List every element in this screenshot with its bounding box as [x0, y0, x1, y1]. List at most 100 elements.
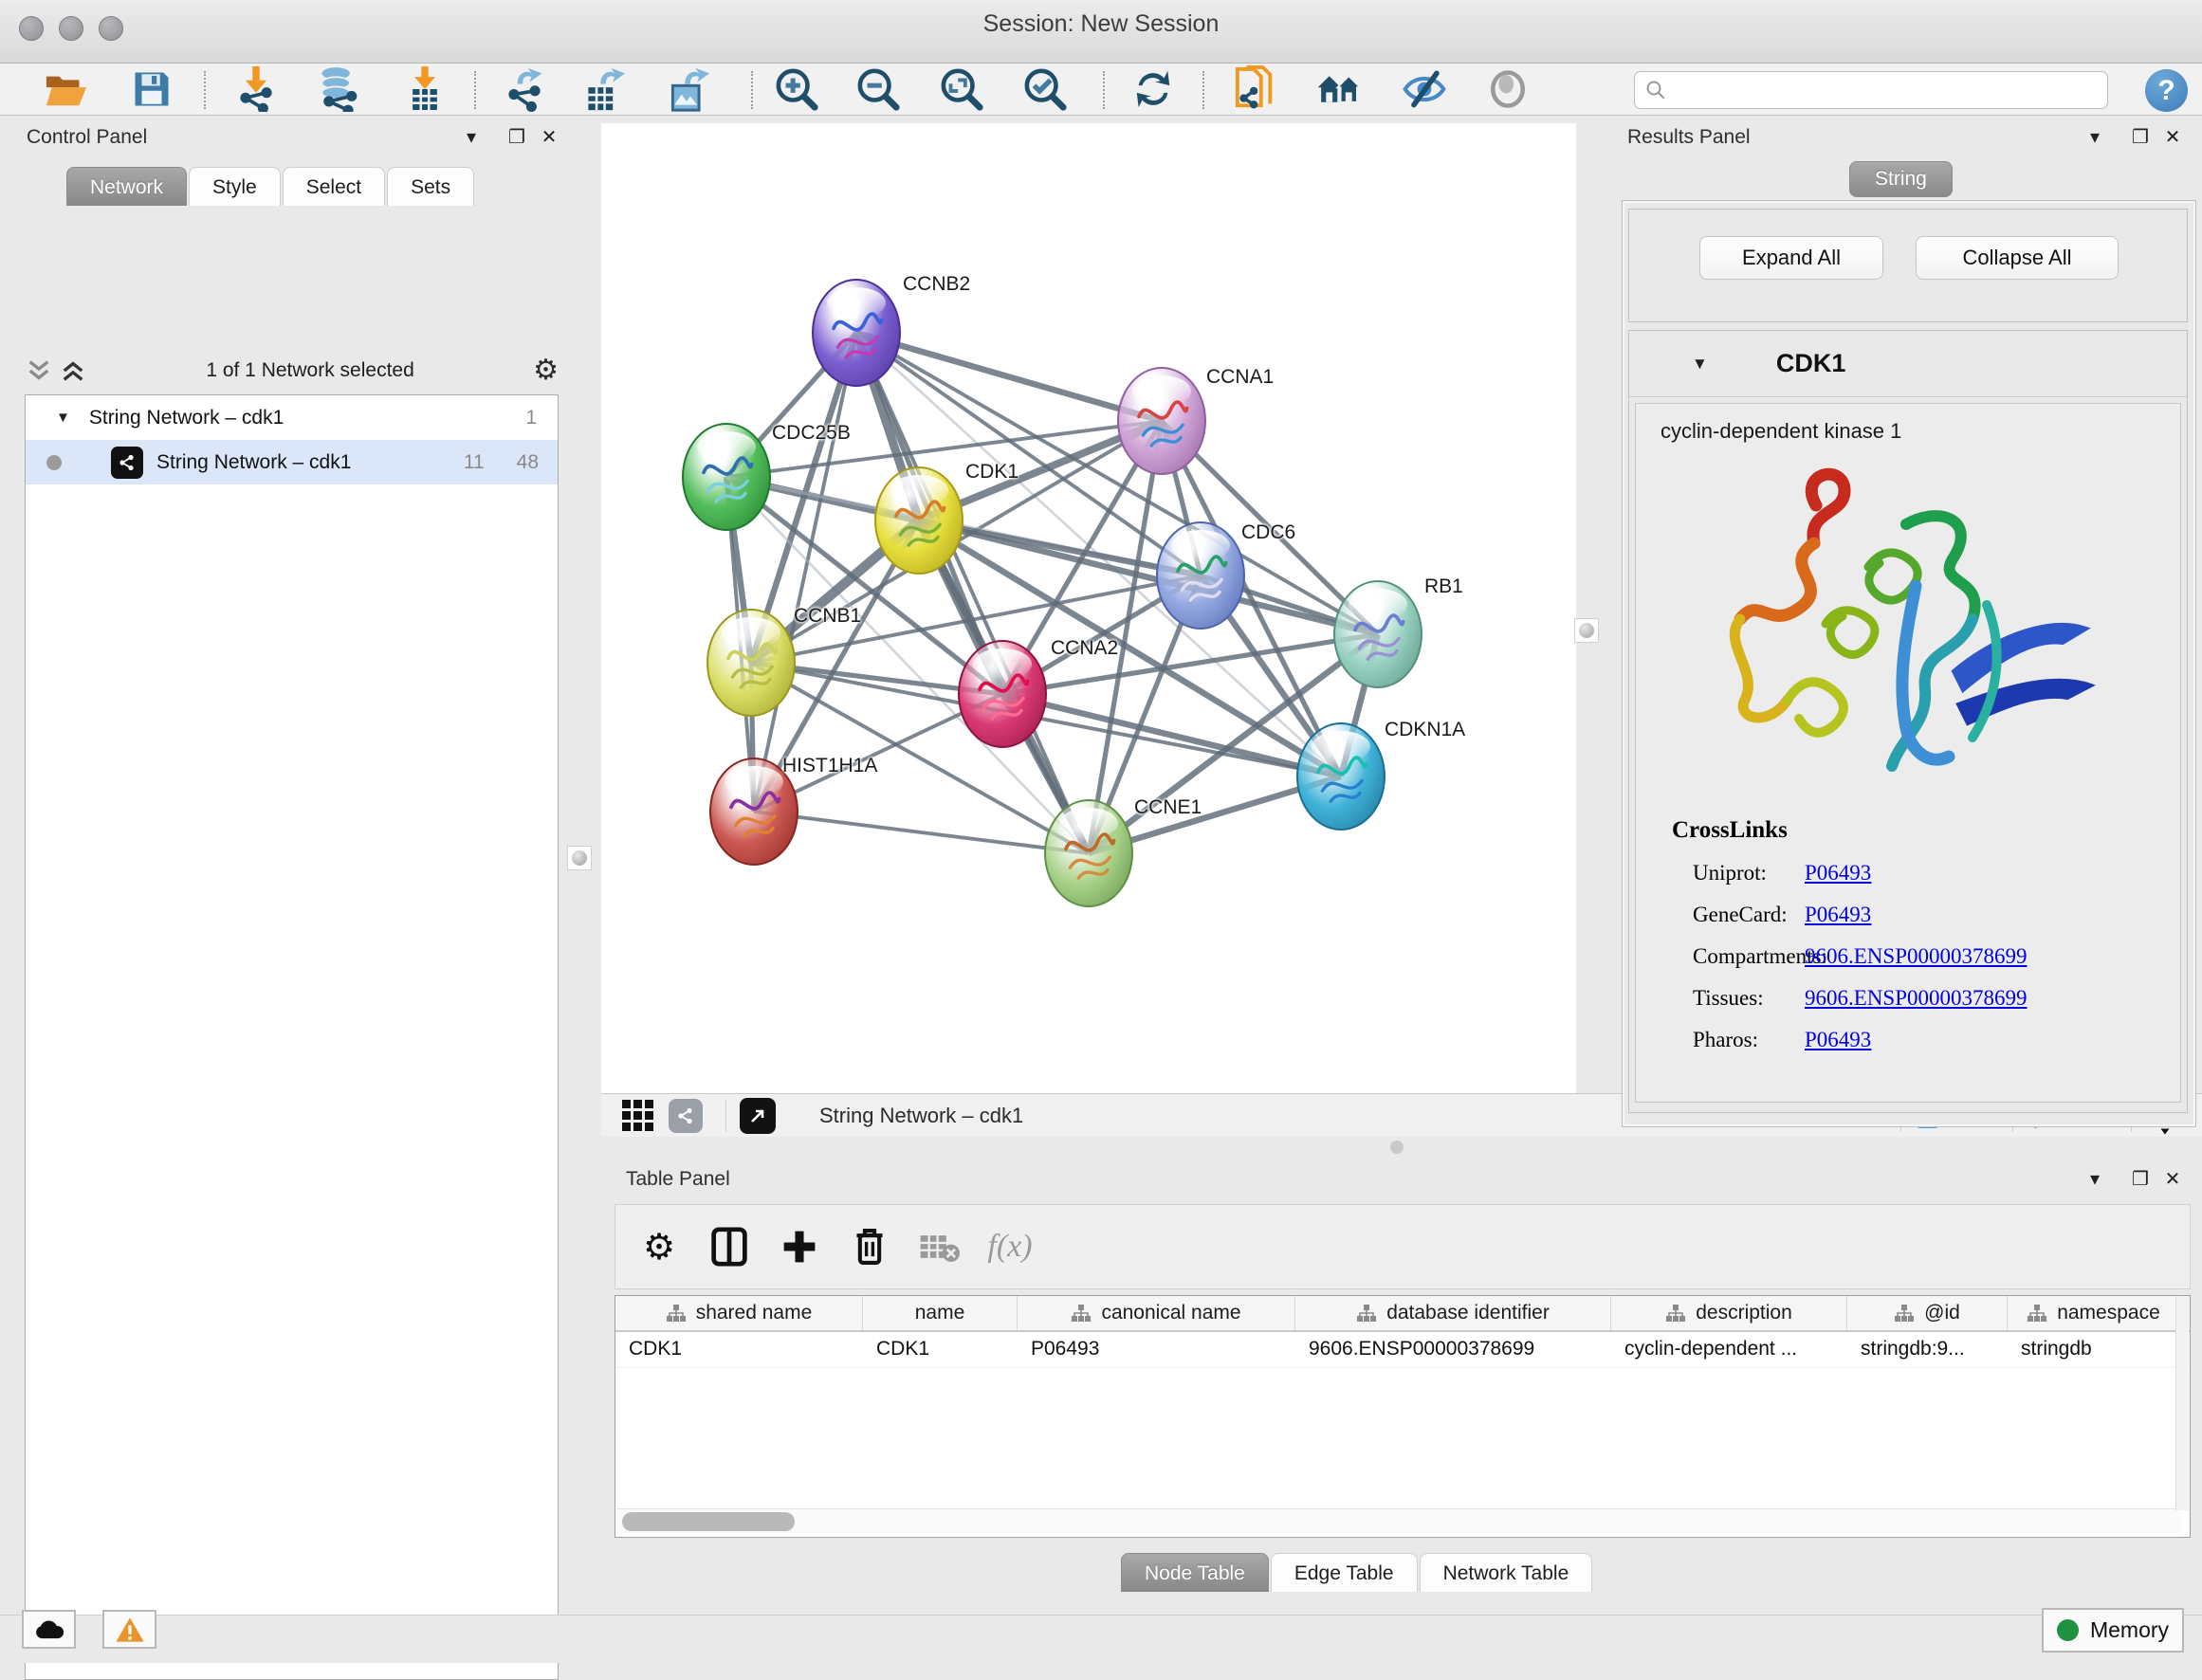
table-panel-collapse-icon[interactable]: ▾ [2083, 1166, 2107, 1191]
column-header-namespace[interactable]: namespace [2008, 1296, 2180, 1330]
crosslink-link[interactable]: 9606.ENSP00000378699 [1805, 986, 2028, 1010]
open-session-button[interactable] [44, 66, 89, 112]
network-node-ccna2[interactable] [958, 640, 1047, 748]
function-builder-icon[interactable]: f(x) [983, 1220, 1037, 1273]
table-cell[interactable]: P06493 [1018, 1332, 1295, 1367]
column-header-id[interactable]: @id [1847, 1296, 2008, 1330]
table-panel-float-icon[interactable]: ❐ [2128, 1166, 2153, 1191]
table-panel-title: Table Panel [626, 1168, 730, 1191]
column-header-shared-name[interactable]: shared name [615, 1296, 863, 1330]
network-node-ccnb2[interactable] [812, 279, 901, 387]
crosslink-link[interactable]: 9606.ENSP00000378699 [1805, 944, 2028, 968]
table-cell[interactable]: stringdb [2008, 1332, 2180, 1367]
crosslink-link[interactable]: P06493 [1805, 903, 1871, 926]
table-options-gear-icon[interactable]: ⚙ [633, 1220, 686, 1273]
network-collection-row[interactable]: ▼ String Network – cdk1 1 [26, 395, 558, 440]
column-header-database-identifier[interactable]: database identifier [1295, 1296, 1611, 1330]
tab-style[interactable]: Style [189, 167, 281, 206]
cloud-status-button[interactable] [22, 1610, 76, 1649]
refresh-view-button[interactable] [1130, 66, 1176, 112]
protein-card-header[interactable]: ▼ CDK1 [1629, 331, 2187, 397]
table-panel-close-icon[interactable]: ✕ [2160, 1166, 2185, 1191]
tab-network[interactable]: Network [66, 167, 187, 206]
toolbar-search[interactable] [1634, 71, 2108, 109]
table-cell[interactable]: stringdb:9... [1847, 1332, 2008, 1367]
import-table-file-button[interactable] [402, 66, 448, 112]
network-node-rb1[interactable] [1333, 580, 1422, 688]
collapse-all-button[interactable]: Collapse All [1916, 236, 2119, 280]
network-row[interactable]: String Network – cdk1 11 48 [26, 440, 558, 484]
import-network-database-button[interactable] [315, 66, 360, 112]
tab-node-table[interactable]: Node Table [1121, 1553, 1269, 1592]
expand-all-button[interactable]: Expand All [1699, 236, 1883, 280]
zoom-selected-button[interactable] [1022, 66, 1068, 112]
warning-status-button[interactable] [102, 1610, 156, 1649]
hide-selection-button[interactable] [1402, 66, 1447, 112]
collapse-all-chevron-icon[interactable] [59, 358, 87, 383]
column-header-canonical-name[interactable]: canonical name [1018, 1296, 1295, 1330]
export-network-button[interactable] [502, 66, 547, 112]
protein-collapse-icon[interactable]: ▼ [1692, 355, 1708, 374]
tab-edge-table[interactable]: Edge Table [1271, 1553, 1418, 1592]
tab-select[interactable]: Select [283, 167, 385, 206]
save-session-button[interactable] [129, 66, 174, 112]
network-node-cdk1[interactable] [874, 466, 963, 575]
tab-network-table[interactable]: Network Table [1420, 1553, 1593, 1592]
show-columns-icon[interactable] [703, 1220, 756, 1273]
first-neighbors-button[interactable] [1316, 66, 1362, 112]
memory-button[interactable]: Memory [2042, 1608, 2184, 1653]
table-row[interactable]: CDK1CDK1P064939606.ENSP00000378699cyclin… [615, 1332, 2190, 1368]
network-node-ccne1[interactable] [1044, 799, 1133, 907]
collection-expand-icon[interactable]: ▼ [56, 410, 70, 426]
create-column-plus-icon[interactable] [773, 1220, 826, 1273]
delete-table-icon[interactable] [913, 1220, 966, 1273]
new-network-from-selection-button[interactable] [1233, 66, 1278, 112]
network-canvas[interactable]: CCNB2 CCNA1 CDC25B CDK1 CDC6 RB1 CCNB1 [601, 123, 1576, 1093]
network-node-ccnb1[interactable] [706, 609, 796, 717]
control-panel-collapse-icon[interactable]: ▾ [459, 124, 484, 149]
detach-view-button[interactable] [740, 1098, 776, 1134]
column-header-description[interactable]: description [1611, 1296, 1847, 1330]
control-panel-float-icon[interactable]: ❐ [505, 124, 529, 149]
protein-result-card: ▼ CDK1 cyclin-dependent kinase 1 [1628, 330, 2188, 1113]
table-cell[interactable]: CDK1 [863, 1332, 1018, 1367]
network-node-cdkn1a[interactable] [1296, 722, 1385, 831]
left-panel-splitter-handle[interactable] [567, 846, 592, 870]
column-header-name[interactable]: name [863, 1296, 1018, 1330]
collection-label: String Network – cdk1 [89, 407, 284, 429]
delete-column-trash-icon[interactable] [843, 1220, 896, 1273]
tab-string[interactable]: String [1849, 161, 1953, 197]
crosslink-link[interactable]: P06493 [1805, 861, 1871, 885]
zoom-fit-button[interactable] [939, 66, 984, 112]
table-horizontal-scrollbar[interactable] [616, 1508, 2181, 1533]
control-panel-close-icon[interactable]: ✕ [537, 124, 561, 149]
expand-all-chevron-icon[interactable] [25, 358, 53, 383]
results-panel-float-icon[interactable]: ❐ [2128, 124, 2153, 149]
table-vertical-scrollbar[interactable] [2175, 1297, 2189, 1510]
node-attribute-table[interactable]: shared namename canonical name database … [615, 1295, 2191, 1538]
crosslink-link[interactable]: P06493 [1805, 1028, 1871, 1051]
network-options-gear-icon[interactable]: ⚙ [533, 356, 559, 385]
table-cell[interactable]: cyclin-dependent ... [1611, 1332, 1847, 1367]
export-table-button[interactable] [581, 66, 627, 112]
table-cell[interactable]: 9606.ENSP00000378699 [1295, 1332, 1611, 1367]
results-panel-collapse-icon[interactable]: ▾ [2083, 124, 2107, 149]
network-node-ccna1[interactable] [1117, 367, 1206, 475]
export-image-button[interactable] [666, 66, 711, 112]
tab-sets[interactable]: Sets [387, 167, 474, 206]
right-panel-splitter-handle[interactable] [1574, 618, 1599, 643]
birdseye-grid-icon[interactable] [622, 1100, 653, 1131]
show-all-button[interactable] [1485, 66, 1531, 112]
scrollbar-thumb[interactable] [622, 1512, 795, 1531]
import-table-icon [404, 66, 446, 112]
help-button[interactable]: ? [2145, 69, 2188, 112]
network-node-cdc6[interactable] [1156, 521, 1245, 630]
zoom-out-button[interactable] [855, 66, 901, 112]
string-view-icon[interactable] [669, 1099, 703, 1133]
import-network-file-button[interactable] [233, 66, 279, 112]
search-input[interactable] [1667, 80, 2107, 100]
table-cell[interactable]: CDK1 [615, 1332, 863, 1367]
results-panel-close-icon[interactable]: ✕ [2160, 124, 2185, 149]
network-node-cdc25b[interactable] [682, 423, 771, 531]
zoom-in-button[interactable] [774, 66, 819, 112]
